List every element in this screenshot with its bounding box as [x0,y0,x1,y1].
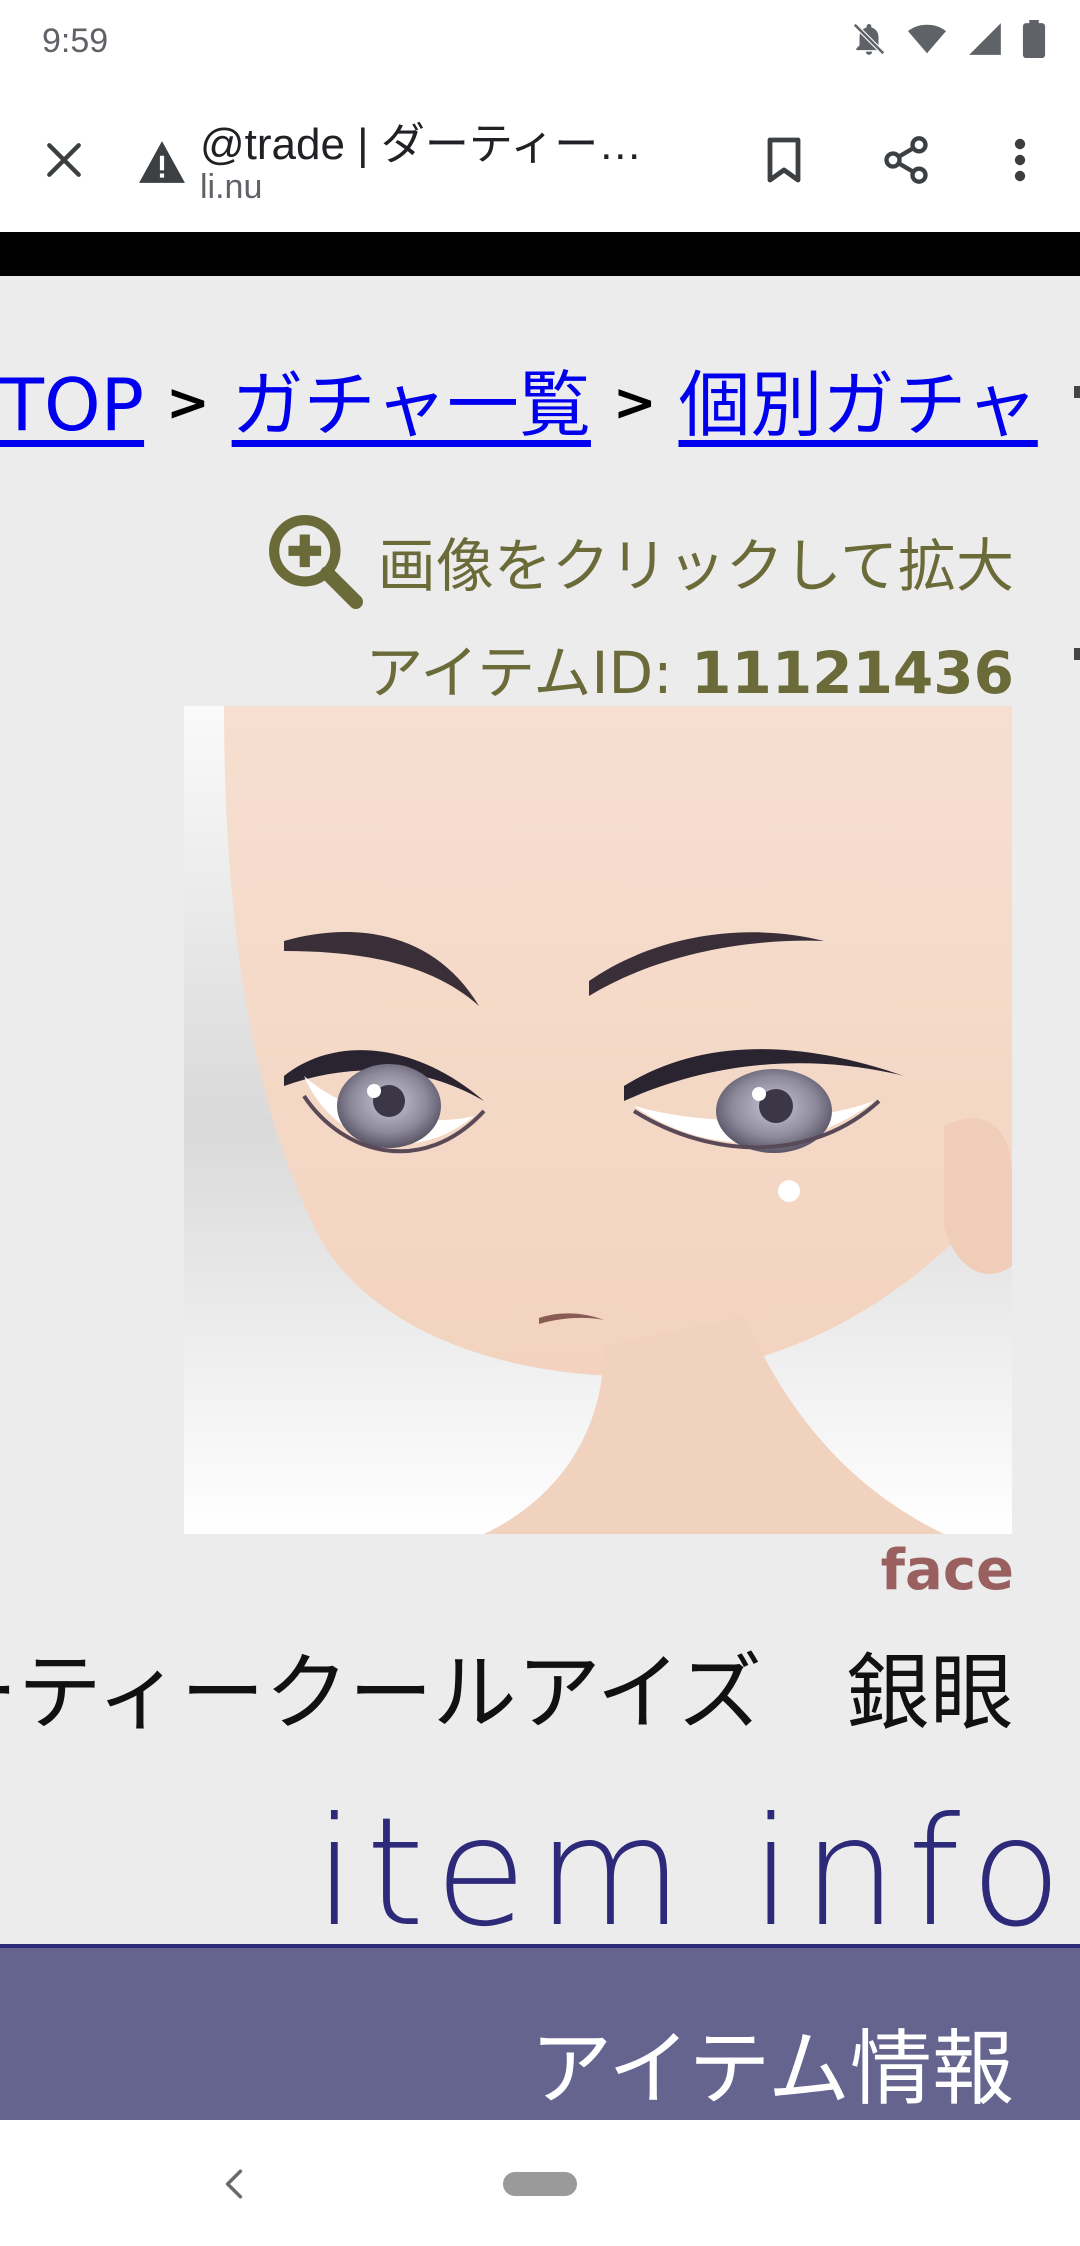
status-bar: 9:59 [0,0,1080,88]
more-vert-icon [1014,138,1026,182]
page-content: TOP > ガチャ一覧 > 個別ガチャ 画像をクリックして拡大 アイテムID: 1112… [0,276,1080,2120]
battery-icon [1022,20,1046,58]
breadcrumb-separator: > [166,373,210,433]
close-icon [47,143,81,177]
warning-icon [139,141,185,183]
edge-mark [1074,386,1080,398]
breadcrumb: TOP > ガチャ一覧 > 個別ガチャ [0,346,1038,451]
item-name: ーティークールアイズ 銀眼 [0,1644,1014,1742]
item-info-label: アイテム情報 [530,2022,1014,2117]
page-domain[interactable]: li.nu [200,168,262,207]
breadcrumb-gacha-detail-link[interactable]: 個別ガチャ [679,363,1038,447]
breadcrumb-top-link[interactable]: TOP [0,363,144,447]
system-nav-bar [0,2120,1080,2246]
browser-toolbar: @trade | ダーティー… li.nu [0,88,1080,232]
face-illustration [184,706,1012,1534]
status-icons [850,20,1046,58]
breadcrumb-separator: > [612,373,657,433]
item-id-label: アイテムID: [365,639,673,707]
item-info-band: アイテム情報 [0,1944,1080,2120]
page-header-band [0,232,1080,276]
back-icon [225,2169,243,2199]
home-handle[interactable] [503,2172,577,2196]
zoom-hint[interactable]: 画像をクリックして拡大 [266,512,1014,610]
bookmark-button[interactable] [748,124,820,196]
more-options-button[interactable] [984,124,1056,196]
wifi-icon [908,24,946,54]
item-info-heading: item info [314,1786,1072,1960]
item-id-value: 11121436 [691,639,1014,707]
page-title[interactable]: @trade | ダーティー… [200,108,670,172]
share-button[interactable] [870,124,942,196]
notifications-off-icon [853,23,885,55]
back-button[interactable] [206,2156,262,2212]
share-icon [884,136,928,184]
bookmark-icon [767,137,801,183]
breadcrumb-gacha-list-link[interactable]: ガチャ一覧 [232,363,591,447]
status-time: 9:59 [42,22,109,60]
zoom-in-icon [268,515,363,609]
item-id: アイテムID: 11121436 [365,626,1014,710]
zoom-hint-text: 画像をクリックして拡大 [377,532,1014,600]
close-button[interactable] [28,124,100,196]
item-image[interactable] [184,706,1012,1534]
security-warning-button[interactable] [134,134,190,190]
item-category: face [880,1538,1014,1603]
edge-mark [1074,648,1080,660]
signal-icon [969,23,1001,55]
